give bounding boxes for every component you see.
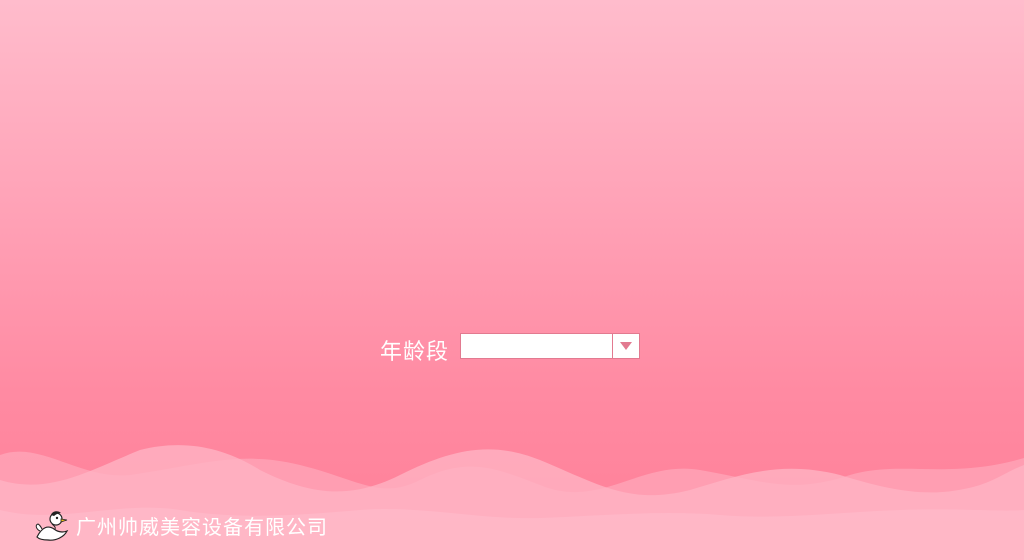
footer: 广州帅威美容设备有限公司 (34, 505, 328, 545)
chevron-down-icon (620, 342, 632, 350)
company-name: 广州帅威美容设备有限公司 (76, 514, 328, 539)
page: { "form": { "age_group_label": "年龄段", "a… (0, 0, 1024, 560)
age-group-select[interactable] (460, 333, 640, 359)
duck-mascot-icon (35, 511, 69, 541)
age-group-dropdown-button[interactable] (612, 334, 639, 358)
age-group-label: 年龄段 (380, 340, 450, 365)
